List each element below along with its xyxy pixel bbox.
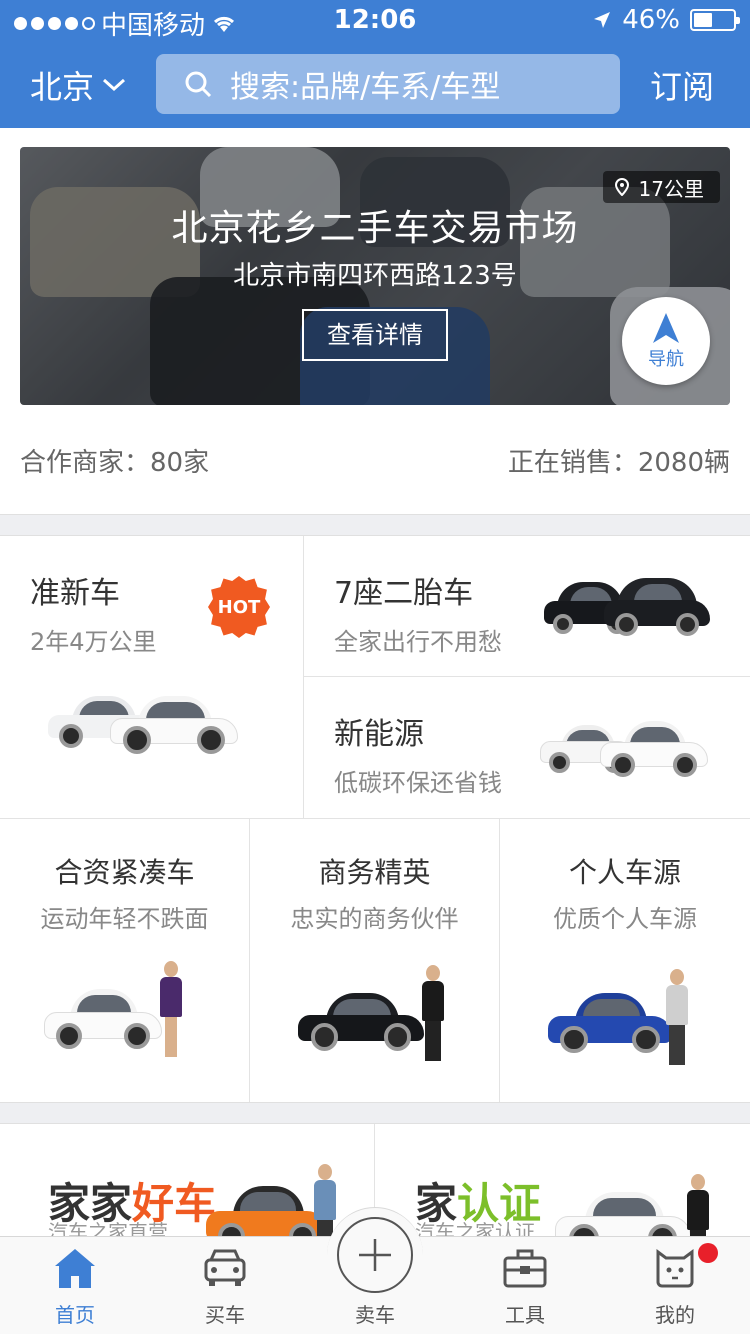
category-subtitle: 低碳环保还省钱 bbox=[334, 769, 502, 797]
tab-buy-label: 买车 bbox=[205, 1303, 245, 1327]
status-bar: 中国移动 12:06 46% bbox=[0, 0, 750, 41]
section-divider bbox=[0, 1102, 750, 1124]
category-subtitle: 2年4万公里 bbox=[30, 628, 157, 656]
tab-home-label: 首页 bbox=[55, 1303, 95, 1327]
tab-tools[interactable]: 工具 bbox=[450, 1237, 600, 1334]
status-right: 46% bbox=[592, 5, 740, 35]
category-quasi-new[interactable]: 准新车 2年4万公里 HOT bbox=[0, 536, 303, 818]
category-title: 新能源 bbox=[334, 717, 424, 752]
promo-jiajia-haoche[interactable]: 家家好车 汽车之家直营 bbox=[0, 1124, 374, 1236]
category-subtitle: 优质个人车源 bbox=[553, 905, 697, 933]
hot-badge: HOT bbox=[208, 576, 270, 638]
subscribe-button[interactable]: 订阅 bbox=[650, 62, 714, 108]
tab-sell-car[interactable]: 卖车 bbox=[300, 1207, 450, 1334]
model-person-image bbox=[687, 1174, 709, 1236]
city-selector[interactable]: 北京 bbox=[30, 62, 126, 108]
model-person-image bbox=[160, 961, 182, 1057]
tab-mine-label: 我的 bbox=[655, 1303, 695, 1327]
car-image bbox=[548, 993, 672, 1053]
model-person-image bbox=[314, 1164, 336, 1236]
category-private-seller[interactable]: 个人车源 优质个人车源 bbox=[500, 819, 750, 1102]
section-divider bbox=[0, 514, 750, 536]
market-banner[interactable]: 17公里 北京花乡二手车交易市场 北京市南四环西路123号 查看详情 导航 bbox=[20, 147, 730, 405]
model-person-image bbox=[422, 965, 444, 1061]
navbar: 北京 搜索:品牌/车系/车型 订阅 bbox=[0, 54, 750, 114]
car-image bbox=[44, 989, 162, 1049]
car-image bbox=[110, 696, 238, 754]
city-label: 北京 bbox=[30, 68, 95, 106]
home-icon bbox=[55, 1249, 95, 1288]
category-business-elite[interactable]: 商务精英 忠实的商务伙伴 bbox=[250, 819, 499, 1102]
category-title: 7座二胎车 bbox=[334, 576, 474, 611]
sell-plus-button[interactable] bbox=[337, 1217, 413, 1293]
promo-jia-certified[interactable]: 家认证 汽车之家认证 bbox=[375, 1124, 750, 1236]
on-sale-count: 正在销售：2080辆 bbox=[507, 448, 730, 478]
tab-home[interactable]: 首页 bbox=[0, 1237, 150, 1334]
tab-tools-label: 工具 bbox=[505, 1303, 545, 1327]
search-input[interactable]: 搜索:品牌/车系/车型 bbox=[156, 54, 620, 114]
navigate-button[interactable]: 导航 bbox=[622, 297, 710, 385]
category-jv-compact[interactable]: 合资紧凑车 运动年轻不跌面 bbox=[0, 819, 249, 1102]
header: 中国移动 12:06 46% 北京 搜索:品牌/车系/车型 订阅 bbox=[0, 0, 750, 128]
category-seven-seater[interactable]: 7座二胎车 全家出行不用愁 bbox=[304, 536, 750, 676]
car-icon bbox=[204, 1249, 246, 1286]
category-subtitle: 忠实的商务伙伴 bbox=[290, 905, 459, 933]
category-title: 商务精英 bbox=[318, 856, 431, 889]
location-arrow-icon bbox=[594, 12, 611, 28]
category-subtitle: 全家出行不用愁 bbox=[334, 628, 502, 656]
toolbox-icon bbox=[503, 1249, 547, 1288]
car-image bbox=[600, 721, 708, 777]
market-title: 北京花乡二手车交易市场 bbox=[171, 208, 579, 249]
market-stats: 合作商家：80家 正在销售：2080辆 bbox=[20, 442, 730, 479]
category-new-energy[interactable]: 新能源 低碳环保还省钱 bbox=[304, 677, 750, 818]
view-details-button[interactable]: 查看详情 bbox=[302, 309, 448, 361]
car-image bbox=[555, 1192, 691, 1236]
model-person-image bbox=[666, 969, 688, 1065]
promo-subtitle: 汽车之家直营 bbox=[48, 1220, 168, 1236]
plus-icon bbox=[359, 1239, 391, 1271]
tab-sell-label: 卖车 bbox=[355, 1303, 395, 1327]
chevron-down-icon bbox=[103, 78, 126, 92]
promo-subtitle: 汽车之家认证 bbox=[415, 1220, 535, 1236]
profile-icon bbox=[656, 1249, 694, 1288]
car-image bbox=[604, 578, 710, 636]
market-banner-section: 17公里 北京花乡二手车交易市场 北京市南四环西路123号 查看详情 导航 合作… bbox=[0, 128, 750, 516]
category-title: 合资紧凑车 bbox=[54, 856, 195, 889]
notification-dot bbox=[698, 1243, 718, 1263]
partner-count: 合作商家：80家 bbox=[20, 448, 210, 478]
tab-mine[interactable]: 我的 bbox=[600, 1237, 750, 1334]
category-title: 准新车 bbox=[30, 576, 120, 611]
tab-bar: 首页 买车 卖车 工具 我的 bbox=[0, 1207, 750, 1334]
navigate-label: 导航 bbox=[648, 349, 684, 370]
search-placeholder: 搜索:品牌/车系/车型 bbox=[230, 70, 501, 105]
category-subtitle: 运动年轻不跌面 bbox=[40, 905, 209, 933]
tab-buy-car[interactable]: 买车 bbox=[150, 1237, 300, 1334]
location-pin-icon bbox=[614, 178, 629, 196]
car-image bbox=[206, 1186, 328, 1236]
distance-label: 17公里 bbox=[638, 176, 704, 201]
market-address: 北京市南四环西路123号 bbox=[233, 261, 517, 291]
search-icon bbox=[185, 71, 212, 98]
battery-icon bbox=[690, 9, 740, 31]
car-image bbox=[298, 993, 424, 1051]
navigation-arrow-icon bbox=[653, 313, 679, 343]
battery-percent: 46% bbox=[622, 5, 680, 35]
category-title: 个人车源 bbox=[568, 856, 681, 889]
